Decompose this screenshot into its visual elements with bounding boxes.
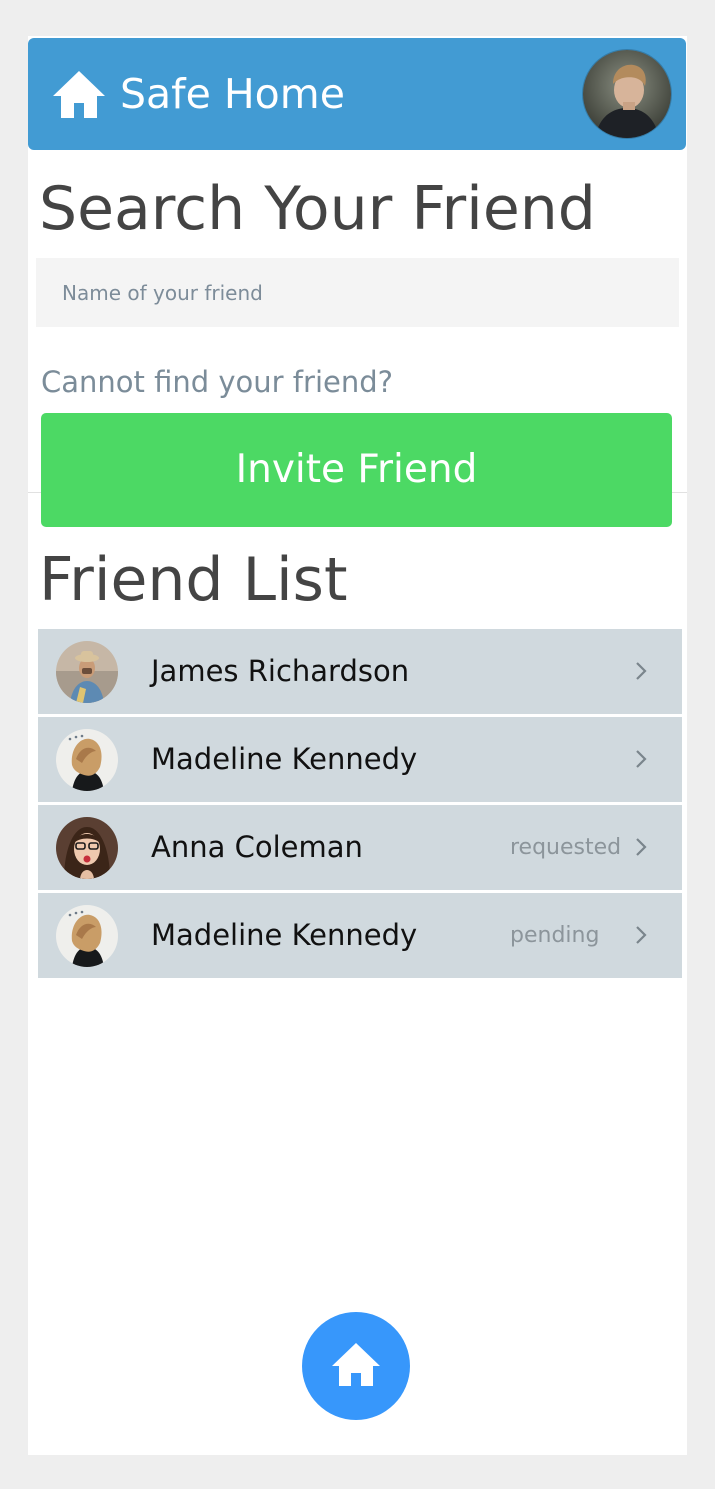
app-screen: Safe Home Search Your Friend Cannot find…: [28, 36, 687, 1455]
friend-list-item[interactable]: Anna Coleman requested: [38, 805, 682, 890]
cannot-find-text: Cannot find your friend?: [41, 365, 394, 399]
friend-name: Anna Coleman: [151, 830, 363, 864]
friend-avatar: [56, 641, 118, 703]
friend-list-item[interactable]: Madeline Kennedy pending: [38, 893, 682, 978]
friend-name: Madeline Kennedy: [151, 918, 418, 952]
invite-friend-button[interactable]: Invite Friend: [41, 413, 672, 527]
friend-avatar: [56, 817, 118, 879]
app-title: Safe Home: [120, 70, 345, 118]
friend-list: James Richardson Madeline Kennedy Anna C…: [38, 629, 682, 981]
friend-search-input[interactable]: [36, 258, 679, 327]
friend-status: requested: [510, 835, 622, 860]
search-title: Search Your Friend: [39, 174, 596, 244]
chevron-right-icon: [636, 926, 647, 944]
app-header: Safe Home: [28, 38, 686, 150]
friend-name: Madeline Kennedy: [151, 742, 418, 776]
friend-list-item[interactable]: Madeline Kennedy: [38, 717, 682, 802]
chevron-right-icon: [636, 838, 647, 856]
profile-avatar[interactable]: [583, 50, 671, 138]
chevron-right-icon: [636, 750, 647, 768]
home-icon[interactable]: [52, 70, 106, 120]
friend-status: pending: [510, 923, 600, 948]
home-icon: [332, 1343, 380, 1386]
friend-name: James Richardson: [151, 654, 410, 688]
chevron-right-icon: [636, 662, 647, 680]
friend-list-item[interactable]: James Richardson: [38, 629, 682, 714]
home-fab-button[interactable]: [302, 1312, 410, 1420]
friend-list-title: Friend List: [39, 545, 348, 615]
friend-avatar: [56, 729, 118, 791]
friend-avatar: [56, 905, 118, 967]
